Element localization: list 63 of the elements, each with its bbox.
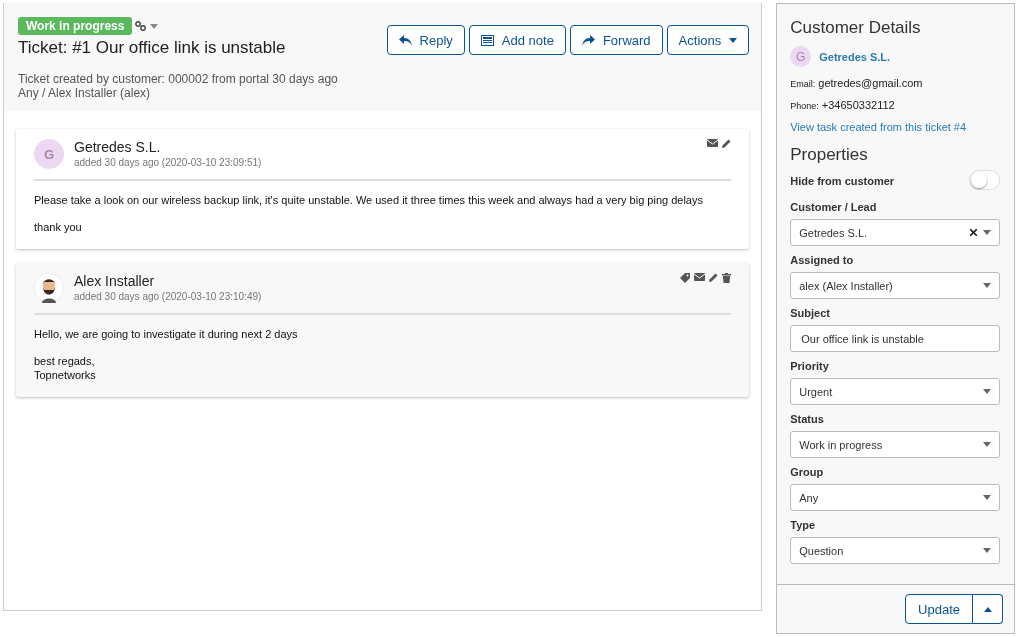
ticket-meta: Ticket created by customer: 000002 from portal 30 days ago xyxy=(18,72,338,86)
message-date: added 30 days ago (2020-03-10 23:09:51) xyxy=(74,157,263,168)
caret-icon xyxy=(983,606,992,612)
select-field[interactable]: Urgent xyxy=(790,378,1000,405)
field-label: Hide from customer xyxy=(790,175,895,187)
avatar: G xyxy=(34,139,64,169)
section-title: Customer Details xyxy=(790,18,922,38)
select-field[interactable]: alex (Alex Installer) xyxy=(790,272,1000,299)
forward-icon xyxy=(581,34,595,46)
field-label: Status xyxy=(790,413,825,425)
section-title: Properties xyxy=(790,145,869,165)
message-author: Getredes S.L. xyxy=(74,139,162,155)
select-field[interactable]: Work in progress xyxy=(790,431,1000,458)
select-field[interactable]: Getredes S.L. xyxy=(790,219,1000,246)
email-text: Email: getredes@gmail.com xyxy=(790,77,924,89)
tag-icon[interactable] xyxy=(680,272,691,283)
caret-icon xyxy=(150,23,159,29)
caret-icon xyxy=(983,283,991,288)
field-label: Priority xyxy=(790,360,830,372)
field-label: Customer / Lead xyxy=(790,201,878,213)
phone-text: Phone: +34650332112 xyxy=(790,99,896,111)
message-text: Hello, we are going to investigate it during next 2 days xyxy=(34,326,299,342)
update-button[interactable]: Update xyxy=(905,594,973,624)
trash-icon[interactable] xyxy=(722,272,732,283)
message-text: thank you xyxy=(34,219,83,235)
pencil-icon[interactable] xyxy=(709,272,719,282)
ticket-title: Ticket: #1 Our office link is unstable xyxy=(18,38,287,58)
field-label: Assigned to xyxy=(790,254,855,266)
caret-icon xyxy=(983,230,991,235)
message-date: added 30 days ago (2020-03-10 23:10:49) xyxy=(74,290,263,302)
note-button[interactable]: Add note xyxy=(468,25,566,55)
message-text: best regads, Topnetworks xyxy=(34,353,97,384)
avatar-icon xyxy=(34,272,64,303)
message-author: Alex Installer xyxy=(74,272,156,289)
link-icon[interactable] xyxy=(135,21,148,31)
avatar: G xyxy=(790,46,812,67)
forward-button[interactable]: Forward xyxy=(569,25,663,55)
select-field[interactable]: Any xyxy=(790,484,1000,511)
reply-icon xyxy=(398,34,412,46)
customer-link[interactable]: Getredes S.L. xyxy=(819,50,891,63)
clear-icon[interactable] xyxy=(970,229,977,236)
message-text: Please take a look on our wireless backup link, it's quite unstable. We used it three times this week and always had a very big ping delays xyxy=(34,193,704,208)
caret-icon xyxy=(983,442,991,447)
field-label: Group xyxy=(790,466,825,478)
field-label: Subject xyxy=(790,307,831,319)
select-field[interactable]: Question xyxy=(790,537,1000,564)
dropdown-button[interactable]: Actions xyxy=(666,25,750,55)
field-label: Type xyxy=(790,519,817,531)
task-link[interactable]: View task created from this ticket #4 xyxy=(790,121,967,133)
caret-icon xyxy=(983,495,991,500)
mail-icon[interactable] xyxy=(707,139,719,147)
ticket-assignment: Any / Alex Installer (alex) xyxy=(18,86,152,100)
caret-icon xyxy=(983,548,991,553)
note-icon xyxy=(480,34,494,46)
caret-icon xyxy=(983,389,991,394)
caret-icon xyxy=(729,37,738,43)
update-menu-button[interactable] xyxy=(973,594,1003,624)
pencil-icon[interactable] xyxy=(722,139,732,148)
mail-icon[interactable] xyxy=(694,272,706,281)
reply-button[interactable]: Reply xyxy=(386,25,465,55)
status-badge: Work in progress xyxy=(18,17,133,35)
toggle-switch[interactable] xyxy=(969,170,1000,190)
input-field[interactable]: Our office link is unstable xyxy=(790,325,1000,352)
